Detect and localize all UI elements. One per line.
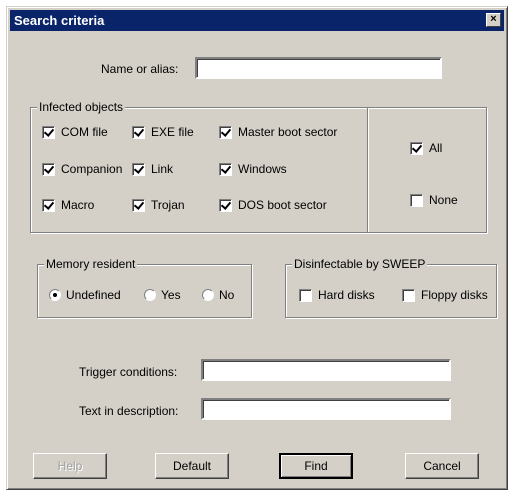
close-icon[interactable]: × <box>486 13 501 27</box>
radio-undefined[interactable]: Undefined <box>49 288 121 302</box>
find-button[interactable]: Find <box>279 453 353 479</box>
checkbox-label: None <box>429 193 458 207</box>
radio-yes[interactable]: Yes <box>144 288 181 302</box>
checkbox-box[interactable] <box>299 288 312 302</box>
radio-button[interactable] <box>49 289 61 301</box>
checkbox-label: Companion <box>61 162 123 176</box>
checkbox-label: COM file <box>61 125 108 139</box>
dos-boot-sector-checkbox[interactable]: DOS boot sector <box>219 198 327 212</box>
trigger-conditions-label: Trigger conditions: <box>79 365 178 379</box>
checkbox-label: Master boot sector <box>238 125 338 139</box>
radio-button[interactable] <box>144 289 156 301</box>
window-title: Search criteria <box>14 13 105 28</box>
checkbox-box[interactable] <box>219 198 232 212</box>
floppy-disks-checkbox[interactable]: Floppy disks <box>402 288 488 302</box>
checkbox-box[interactable] <box>402 288 415 302</box>
checkbox-label: Floppy disks <box>421 288 488 302</box>
checkbox-box[interactable] <box>42 198 55 212</box>
checkbox-box[interactable] <box>219 162 232 176</box>
infected-objects-legend: Infected objects <box>37 100 126 114</box>
exe-file-checkbox[interactable]: EXE file <box>132 125 194 139</box>
cancel-button[interactable]: Cancel <box>405 453 479 479</box>
checkbox-box[interactable] <box>132 125 145 139</box>
checkbox-box[interactable] <box>132 162 145 176</box>
checkbox-box[interactable] <box>42 162 55 176</box>
name-alias-input[interactable] <box>195 57 442 79</box>
checkbox-box[interactable] <box>219 125 232 139</box>
trigger-conditions-input[interactable] <box>201 359 451 381</box>
macro-checkbox[interactable]: Macro <box>42 198 94 212</box>
companion-checkbox[interactable]: Companion <box>42 162 122 176</box>
checkbox-label: Macro <box>61 198 95 212</box>
text-in-description-input[interactable] <box>201 398 451 420</box>
checkbox-label: Trojan <box>151 198 185 212</box>
checkbox-label: Hard disks <box>318 288 375 302</box>
name-alias-label: Name or alias: <box>101 62 179 76</box>
checkbox-box[interactable] <box>42 125 55 139</box>
checkbox-label: EXE file <box>151 125 194 139</box>
disinfectable-legend: Disinfectable by SWEEP <box>292 257 428 271</box>
radio-label: Yes <box>161 288 181 302</box>
link-checkbox[interactable]: Link <box>132 162 173 176</box>
checkbox-label: All <box>429 141 443 155</box>
memory-resident-legend: Memory resident <box>44 257 138 271</box>
master-boot-sector-checkbox[interactable]: Master boot sector <box>219 125 337 139</box>
default-button[interactable]: Default <box>155 453 229 479</box>
com-file-checkbox[interactable]: COM file <box>42 125 108 139</box>
checkbox-box[interactable] <box>410 141 423 155</box>
checkbox-box[interactable] <box>410 193 423 207</box>
all-checkbox[interactable]: All <box>410 141 442 155</box>
none-checkbox[interactable]: None <box>410 193 458 207</box>
text-in-description-label: Text in description: <box>79 404 179 418</box>
help-button[interactable]: Help <box>33 453 107 479</box>
radio-label: Undefined <box>66 288 121 302</box>
search-criteria-dialog: Search criteria × Name or alias: Infecte… <box>6 6 508 490</box>
checkbox-label: Windows <box>238 162 287 176</box>
hard-disks-checkbox[interactable]: Hard disks <box>299 288 375 302</box>
trojan-checkbox[interactable]: Trojan <box>132 198 185 212</box>
windows-checkbox[interactable]: Windows <box>219 162 287 176</box>
group-divider <box>367 108 369 232</box>
checkbox-label: Link <box>151 162 174 176</box>
radio-no[interactable]: No <box>202 288 234 302</box>
title-bar: Search criteria × <box>10 10 504 31</box>
radio-button[interactable] <box>202 289 214 301</box>
checkbox-label: DOS boot sector <box>238 198 327 212</box>
checkbox-box[interactable] <box>132 198 145 212</box>
radio-label: No <box>219 288 235 302</box>
